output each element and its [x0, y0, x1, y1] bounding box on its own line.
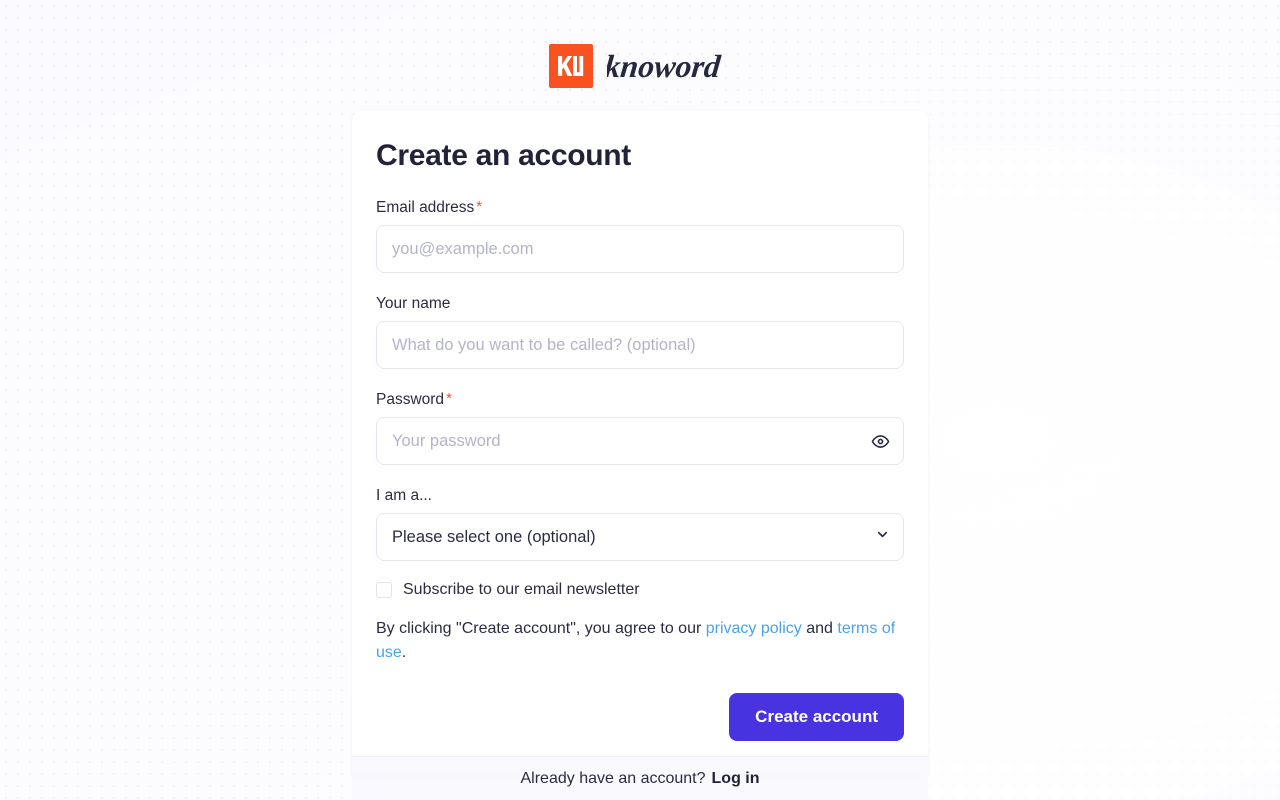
- brand-logo: knoword: [0, 44, 1280, 88]
- card-footer: Already have an account? Log in: [352, 756, 928, 800]
- password-label: Password *: [376, 391, 904, 409]
- knoword-monogram-icon: [549, 44, 593, 88]
- create-account-button[interactable]: Create account: [729, 693, 904, 741]
- svg-text:knoword: knoword: [607, 48, 723, 84]
- password-label-text: Password: [376, 391, 445, 408]
- required-asterisk: *: [446, 390, 452, 407]
- email-label-text: Email address: [376, 199, 475, 216]
- footer-prompt: Already have an account?: [520, 769, 706, 787]
- role-select[interactable]: Please select one (optional): [376, 513, 904, 561]
- log-in-link[interactable]: Log in: [712, 770, 760, 788]
- signup-page: knoword Create an account Email address *…: [0, 0, 1280, 800]
- name-input[interactable]: [376, 321, 904, 369]
- role-label: I am a...: [376, 487, 432, 504]
- privacy-policy-link[interactable]: privacy policy: [706, 620, 802, 637]
- signup-card: Create an account Email address* Your na…: [352, 111, 928, 775]
- page-title: Create an account: [376, 139, 631, 172]
- newsletter-label[interactable]: Subscribe to our email newsletter: [403, 581, 640, 599]
- terms-suffix: .: [401, 644, 407, 661]
- terms-text: By clicking "Create account", you agree …: [376, 617, 896, 665]
- role-select-wrap: Please select one (optional): [376, 513, 904, 561]
- newsletter-checkbox[interactable]: [376, 582, 392, 598]
- email-input-wrap: [376, 225, 904, 273]
- email-input[interactable]: [376, 225, 904, 273]
- password-input-wrap: [376, 417, 904, 465]
- newsletter-row[interactable]: Subscribe to our email newsletter: [376, 581, 904, 599]
- name-field-group: Your name: [376, 295, 904, 369]
- knoword-wordmark: knoword: [603, 44, 731, 88]
- email-field-group: Email address *: [376, 199, 904, 273]
- eye-icon[interactable]: [868, 429, 892, 453]
- name-input-wrap: [376, 321, 904, 369]
- submit-row: Create account: [376, 693, 904, 741]
- password-field-group: Password *: [376, 391, 904, 465]
- name-label: Your name: [376, 295, 451, 312]
- required-asterisk: *: [476, 198, 483, 215]
- terms-middle: and: [801, 620, 838, 637]
- role-field-group: I am a... Please select one (optional): [376, 487, 904, 561]
- email-label: Email address *: [376, 199, 904, 217]
- role-select-value: Please select one (optional): [392, 527, 596, 546]
- password-input[interactable]: [376, 417, 904, 465]
- terms-prefix: By clicking "Create account", you agree …: [376, 620, 706, 637]
